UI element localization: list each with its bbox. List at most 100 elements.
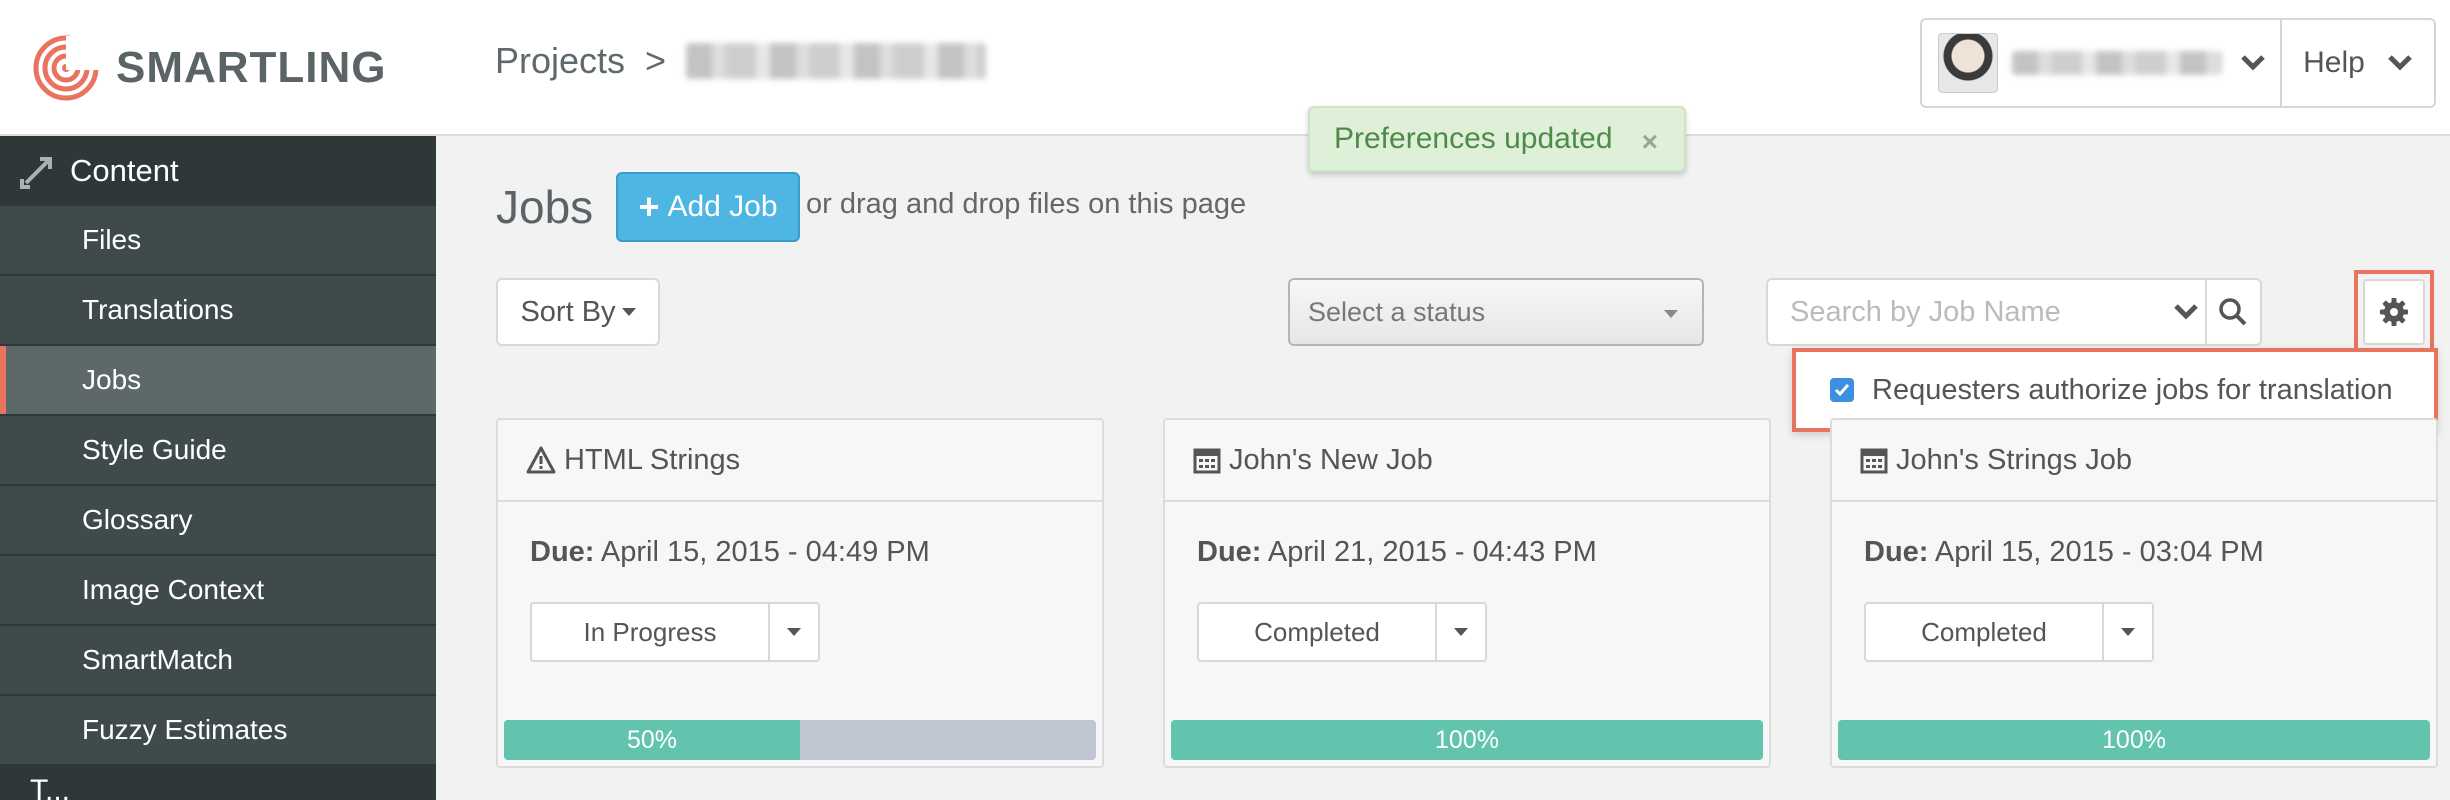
brand-name: SMARTLING (116, 43, 387, 92)
add-job-label: Add Job (667, 190, 778, 223)
gear-icon (2380, 298, 2408, 326)
job-due: Due: April 21, 2015 - 04:43 PM (1197, 536, 1597, 569)
job-card: John's New Job Due: April 21, 2015 - 04:… (1163, 418, 1771, 768)
job-status-control: Completed (1197, 602, 1487, 662)
sort-by-label: Sort By (520, 295, 616, 328)
job-card: John's Strings Job Due: April 15, 2015 -… (1830, 418, 2438, 768)
sidebar-section-content[interactable]: Content (0, 136, 436, 206)
avatar (1938, 33, 1998, 93)
progress-label: 100% (2102, 725, 2166, 754)
job-search (1766, 278, 2262, 346)
authorize-checkbox[interactable] (1830, 378, 1854, 402)
sidebar-item-label: Files (82, 224, 142, 255)
sidebar-item-fuzzy-estimates[interactable]: Fuzzy Estimates (0, 696, 436, 766)
sidebar-item-translations[interactable]: Translations (0, 276, 436, 346)
breadcrumb-separator: > (645, 40, 667, 81)
add-job-button[interactable]: + Add Job (616, 172, 800, 242)
caret-down-icon (1664, 310, 1678, 318)
sidebar-item-smartmatch[interactable]: SmartMatch (0, 626, 436, 696)
search-input[interactable] (1768, 280, 2167, 344)
plus-icon: + (638, 186, 660, 227)
settings-highlight (2354, 270, 2434, 354)
toast-message: Preferences updated (1334, 122, 1613, 155)
top-header: SMARTLING Projects > Help (0, 0, 2450, 136)
job-progress-bar: 50% (504, 720, 1096, 760)
help-label: Help (2303, 46, 2365, 79)
due-date: April 15, 2015 - 03:04 PM (1934, 536, 2264, 568)
sidebar-item-files[interactable]: Files (0, 206, 436, 276)
sidebar-item-jobs[interactable]: Jobs (0, 346, 436, 416)
progress-label: 100% (1435, 725, 1499, 754)
job-card: HTML Strings Due: April 15, 2015 - 04:49… (496, 418, 1104, 768)
job-status-dropdown[interactable] (2104, 604, 2152, 660)
settings-button[interactable] (2363, 279, 2425, 345)
sidebar: Content Files Translations Jobs Style Gu… (0, 136, 436, 800)
sidebar-item-style-guide[interactable]: Style Guide (0, 416, 436, 486)
user-name-redacted (2012, 51, 2222, 75)
authorize-checkbox-label[interactable]: Requesters authorize jobs for translatio… (1872, 374, 2393, 407)
breadcrumb-project-name-redacted[interactable] (686, 43, 987, 79)
chevron-down-icon (2174, 304, 2198, 320)
job-status-button[interactable]: In Progress (532, 604, 770, 660)
due-date: April 21, 2015 - 04:43 PM (1267, 536, 1597, 568)
caret-down-icon (621, 308, 636, 316)
job-title: HTML Strings (564, 443, 741, 476)
job-card-header[interactable]: John's New Job (1165, 420, 1769, 502)
search-button[interactable] (2204, 280, 2260, 344)
sidebar-item-label: Translations (82, 294, 234, 325)
sidebar-item-label: Image Context (82, 574, 265, 605)
job-due: Due: April 15, 2015 - 03:04 PM (1864, 536, 2264, 569)
status-select-placeholder: Select a status (1308, 296, 1486, 327)
sidebar-item-label: Jobs (82, 364, 142, 395)
user-menu[interactable] (1922, 20, 2282, 106)
sidebar-section-label: T... (30, 774, 71, 800)
preferences-toast: Preferences updated × (1308, 106, 1686, 172)
job-progress-bar: 100% (1171, 720, 1763, 760)
search-icon (2219, 298, 2247, 326)
caret-down-icon (2121, 628, 2135, 636)
smartling-logo[interactable]: SMARTLING (30, 34, 387, 102)
checkmark-icon (1834, 384, 1850, 397)
chevron-down-icon (2388, 55, 2412, 71)
smartling-spiral-icon (33, 35, 102, 101)
chevron-down-icon (2241, 55, 2265, 71)
sort-by-dropdown[interactable]: Sort By (496, 278, 660, 346)
breadcrumb-projects[interactable]: Projects (495, 40, 625, 82)
sidebar-item-label: Style Guide (82, 434, 227, 465)
progress-label: 50% (626, 725, 678, 754)
sidebar-section-next[interactable]: T... (0, 766, 436, 800)
sidebar-item-image-context[interactable]: Image Context (0, 556, 436, 626)
due-label: Due: (1197, 536, 1262, 568)
calendar-icon (1860, 448, 1888, 474)
job-title: John's Strings Job (1896, 443, 2133, 476)
close-icon[interactable]: × (1642, 126, 1658, 158)
job-card-header[interactable]: HTML Strings (498, 420, 1102, 502)
job-status-dropdown[interactable] (770, 604, 818, 660)
sidebar-item-label: SmartMatch (82, 644, 233, 675)
transfer-arrows-icon (20, 157, 52, 189)
due-date: April 15, 2015 - 04:49 PM (600, 536, 930, 568)
warning-icon (526, 446, 556, 474)
sidebar-item-label: Glossary (82, 504, 193, 535)
sidebar-section-label: Content (70, 153, 179, 188)
help-menu[interactable]: Help (2282, 20, 2434, 106)
job-status-control: Completed (1864, 602, 2154, 662)
sidebar-item-glossary[interactable]: Glossary (0, 486, 436, 556)
search-dropdown-toggle[interactable] (2167, 280, 2205, 344)
job-status-button[interactable]: Completed (1866, 604, 2104, 660)
caret-down-icon (787, 628, 801, 636)
user-help-box: Help (1920, 18, 2436, 108)
job-status-control: In Progress (530, 602, 820, 662)
job-status-dropdown[interactable] (1437, 604, 1485, 660)
job-due: Due: April 15, 2015 - 04:49 PM (530, 536, 930, 569)
breadcrumb: Projects > (495, 40, 987, 82)
job-card-header[interactable]: John's Strings Job (1832, 420, 2436, 502)
job-progress-bar: 100% (1838, 720, 2430, 760)
sidebar-item-label: Fuzzy Estimates (82, 714, 288, 745)
job-status-button[interactable]: Completed (1199, 604, 1437, 660)
status-select[interactable]: Select a status (1288, 278, 1704, 346)
calendar-icon (1193, 448, 1221, 474)
due-label: Due: (530, 536, 595, 568)
caret-down-icon (1454, 628, 1468, 636)
drag-drop-hint: or drag and drop files on this page (806, 188, 1247, 220)
